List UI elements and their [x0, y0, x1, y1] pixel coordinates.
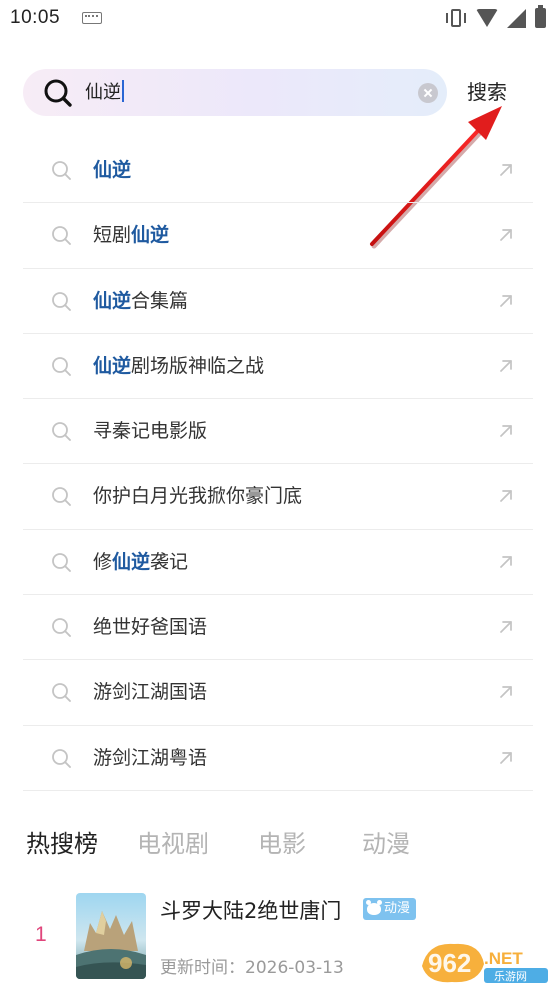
fill-in-arrow-icon[interactable] — [499, 620, 513, 634]
battery-icon — [535, 5, 546, 28]
mascot-icon — [366, 900, 382, 915]
search-icon — [52, 683, 71, 703]
show-title: 斗罗大陆2绝世唐门 — [160, 899, 342, 923]
search-icon — [52, 226, 71, 246]
suggestion-text: 仙逆合集篇 — [93, 288, 188, 314]
hot-tabs: 热搜榜 电视剧 电影 动漫 — [26, 826, 526, 862]
suggestion-text-prefix: 短剧 — [93, 224, 132, 247]
suggestion-text-suffix: 合集篇 — [131, 289, 189, 312]
tab-movie[interactable]: 电影 — [258, 826, 306, 862]
fill-in-arrow-icon[interactable] — [499, 424, 513, 438]
fill-in-arrow-icon[interactable] — [499, 555, 513, 569]
suggestion-text-suffix: 剧场版神临之战 — [131, 354, 265, 377]
suggestion-item[interactable]: 短剧仙逆 — [23, 203, 533, 269]
tab-anime[interactable]: 动漫 — [362, 826, 410, 862]
suggestion-text: 修仙逆袭记 — [93, 549, 188, 575]
suggestion-text-prefix: 绝世好爸国语 — [93, 616, 208, 639]
status-icons — [445, 5, 546, 29]
category-tag-label: 动漫 — [384, 901, 411, 916]
suggestion-highlight: 仙逆 — [93, 159, 132, 181]
rank-number: 1 — [35, 923, 47, 946]
tab-hot-search[interactable]: 热搜榜 — [26, 826, 98, 862]
suggestion-item[interactable]: 游剑江湖国语 — [23, 660, 533, 726]
suggestion-text: 仙逆剧场版神临之战 — [93, 353, 264, 379]
search-icon — [52, 291, 71, 311]
suggestion-highlight: 仙逆 — [93, 289, 132, 312]
fill-in-arrow-icon[interactable] — [499, 489, 513, 503]
poster-image — [76, 893, 146, 979]
search-icon — [52, 552, 71, 572]
suggestion-text-suffix: 袭记 — [150, 550, 189, 573]
fill-in-arrow-icon[interactable] — [499, 163, 513, 177]
fill-in-arrow-icon[interactable] — [499, 228, 513, 242]
suggestion-highlight: 仙逆 — [112, 550, 151, 573]
suggestion-item[interactable]: 仙逆合集篇 — [23, 269, 533, 334]
suggestion-item[interactable]: 绝世好爸国语 — [23, 595, 533, 661]
watermark-logo: 962 .NET 乐游网 — [422, 943, 548, 983]
suggestion-text-prefix: 修 — [93, 550, 113, 573]
keyboard-icon — [82, 12, 102, 24]
suggestion-text-prefix: 游剑江湖粤语 — [93, 746, 208, 769]
suggestion-list: 仙逆 短剧仙逆 仙逆合集篇 仙逆剧场版神临之战 寻秦记电影版 你护白月光我掀你豪门底 修仙逆… — [23, 138, 533, 791]
suggestion-highlight: 仙逆 — [93, 354, 132, 377]
search-icon — [52, 356, 71, 376]
vibrate-icon — [445, 8, 467, 28]
suggestion-text: 你护白月光我掀你豪门底 — [93, 483, 302, 509]
fill-in-arrow-icon[interactable] — [499, 294, 513, 308]
svg-text:乐游网: 乐游网 — [494, 970, 527, 983]
suggestion-text: 仙逆 — [93, 157, 131, 183]
search-input[interactable]: 仙逆 — [85, 80, 124, 106]
suggestion-item[interactable]: 你护白月光我掀你豪门底 — [23, 464, 533, 530]
suggestion-text: 绝世好爸国语 — [93, 614, 207, 640]
fill-in-arrow-icon[interactable] — [499, 685, 513, 699]
search-icon — [52, 748, 71, 768]
svg-text:962: 962 — [428, 948, 471, 978]
suggestion-highlight: 仙逆 — [131, 224, 170, 247]
signal-icon — [507, 8, 526, 28]
svg-text:.NET: .NET — [484, 949, 523, 968]
suggestion-item[interactable]: 仙逆 — [23, 138, 533, 204]
wifi-icon — [476, 9, 498, 27]
search-icon — [52, 618, 71, 638]
search-icon — [44, 79, 72, 107]
search-icon — [52, 487, 71, 507]
search-icon — [52, 422, 71, 442]
suggestion-text: 游剑江湖国语 — [93, 679, 207, 705]
update-time: 更新时间：2026-03-13 — [160, 958, 344, 978]
fill-in-arrow-icon[interactable] — [499, 751, 513, 765]
suggestion-text-prefix: 寻秦记电影版 — [93, 420, 208, 443]
search-query: 仙逆 — [85, 82, 121, 103]
suggestion-item[interactable]: 游剑江湖粤语 — [23, 726, 533, 791]
suggestion-item[interactable]: 修仙逆袭记 — [23, 530, 533, 596]
status-bar: 10:05 — [0, 0, 556, 38]
suggestion-item[interactable]: 仙逆剧场版神临之战 — [23, 334, 533, 400]
tab-tv-series[interactable]: 电视剧 — [137, 826, 209, 862]
suggestion-item[interactable]: 寻秦记电影版 — [23, 399, 533, 465]
status-time: 10:05 — [10, 7, 61, 28]
suggestion-text: 游剑江湖粤语 — [93, 745, 207, 771]
category-tag: 动漫 — [363, 898, 417, 920]
suggestion-text: 短剧仙逆 — [93, 222, 169, 248]
search-icon — [52, 161, 71, 180]
text-cursor — [122, 80, 124, 102]
suggestion-text-prefix: 你护白月光我掀你豪门底 — [93, 485, 303, 508]
suggestion-text-prefix: 游剑江湖国语 — [93, 681, 208, 704]
suggestion-text: 寻秦记电影版 — [93, 418, 207, 444]
fill-in-arrow-icon[interactable] — [499, 359, 513, 373]
